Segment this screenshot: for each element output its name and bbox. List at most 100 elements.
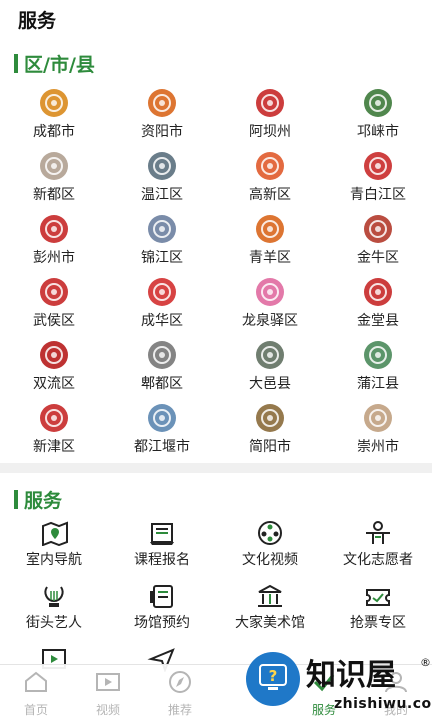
district-item[interactable]: 郫都区 bbox=[108, 338, 216, 401]
district-label: 新津区 bbox=[33, 439, 75, 455]
district-label: 资阳市 bbox=[141, 124, 183, 140]
district-label: 武侯区 bbox=[33, 313, 75, 329]
district-label: 金牛区 bbox=[357, 250, 399, 266]
jinniu-icon bbox=[363, 214, 393, 244]
watermark-url: zhishiwu.com bbox=[334, 696, 432, 712]
services-section-header: 服务 bbox=[14, 486, 62, 513]
district-item[interactable]: 青羊区 bbox=[216, 212, 324, 275]
district-label: 青羊区 bbox=[249, 250, 291, 266]
district-label: 彭州市 bbox=[33, 250, 75, 266]
district-item[interactable]: 大邑县 bbox=[216, 338, 324, 401]
section-accent-bar bbox=[14, 490, 18, 509]
jianyang-icon bbox=[255, 403, 285, 433]
pujiang-icon bbox=[363, 340, 393, 370]
museum-icon bbox=[255, 583, 285, 609]
service-label: 课程报名 bbox=[134, 552, 190, 568]
district-label: 蒲江县 bbox=[357, 376, 399, 392]
pidu-icon bbox=[147, 340, 177, 370]
service-label: 抢票专区 bbox=[350, 615, 406, 631]
home-icon bbox=[22, 669, 50, 699]
venue-booking-icon bbox=[147, 583, 177, 609]
tab-label: 推荐 bbox=[167, 702, 192, 717]
district-item[interactable]: 邛崃市 bbox=[324, 86, 432, 149]
course-register-icon bbox=[147, 520, 177, 546]
service-label: 文化志愿者 bbox=[343, 552, 413, 568]
district-item[interactable]: 龙泉驿区 bbox=[216, 275, 324, 338]
district-item[interactable]: 温江区 bbox=[108, 149, 216, 212]
service-label: 场馆预约 bbox=[134, 615, 190, 631]
district-item[interactable]: 青白江区 bbox=[324, 149, 432, 212]
district-label: 郫都区 bbox=[141, 376, 183, 392]
svg-text:?: ? bbox=[269, 667, 278, 685]
service-item[interactable]: 街头艺人 bbox=[0, 581, 108, 644]
district-item[interactable]: 双流区 bbox=[0, 338, 108, 401]
lyre-icon bbox=[39, 583, 69, 609]
pengzhou-icon bbox=[39, 214, 69, 244]
district-item[interactable]: 阿坝州 bbox=[216, 86, 324, 149]
district-item[interactable]: 都江堰市 bbox=[108, 401, 216, 464]
service-item[interactable]: 场馆预约 bbox=[108, 581, 216, 644]
district-label: 青白江区 bbox=[350, 187, 406, 203]
watermark-registered: ® bbox=[420, 656, 431, 669]
district-item[interactable]: 新津区 bbox=[0, 401, 108, 464]
district-label: 邛崃市 bbox=[357, 124, 399, 140]
district-label: 高新区 bbox=[249, 187, 291, 203]
ticket-icon bbox=[363, 583, 393, 609]
district-item[interactable]: 简阳市 bbox=[216, 401, 324, 464]
district-label: 成都市 bbox=[33, 124, 75, 140]
district-item[interactable]: 新都区 bbox=[0, 149, 108, 212]
gaoxin-icon bbox=[255, 151, 285, 181]
district-item[interactable]: 高新区 bbox=[216, 149, 324, 212]
service-item[interactable]: 室内导航 bbox=[0, 518, 108, 581]
jinjiang-icon bbox=[147, 214, 177, 244]
district-item[interactable]: 锦江区 bbox=[108, 212, 216, 275]
page-title: 服务 bbox=[18, 10, 57, 32]
district-label: 双流区 bbox=[33, 376, 75, 392]
compass-icon bbox=[166, 669, 194, 699]
districts-section-header: 区/市/县 bbox=[14, 50, 95, 77]
longquanyi-icon bbox=[255, 277, 285, 307]
district-label: 都江堰市 bbox=[134, 439, 190, 455]
xindu-icon bbox=[39, 151, 69, 181]
district-item[interactable]: 成华区 bbox=[108, 275, 216, 338]
district-label: 大邑县 bbox=[249, 376, 291, 392]
jintang-icon bbox=[363, 277, 393, 307]
tab-item[interactable]: 首页 bbox=[0, 665, 72, 721]
service-label: 文化视频 bbox=[242, 552, 298, 568]
tab-label: 视频 bbox=[95, 702, 120, 717]
district-grid: 成都市 资阳市 阿坝州 邛崃市新都区 温江区 高新区 青白江区彭州市 锦江区 青羊区 金牛区武侯区… bbox=[0, 86, 432, 464]
section-accent-bar bbox=[14, 54, 18, 73]
district-item[interactable]: 武侯区 bbox=[0, 275, 108, 338]
shuangliu-icon bbox=[39, 340, 69, 370]
district-item[interactable]: 金牛区 bbox=[324, 212, 432, 275]
service-item[interactable]: 文化视频 bbox=[216, 518, 324, 581]
district-label: 阿坝州 bbox=[249, 124, 291, 140]
tab-item[interactable]: 视频 bbox=[72, 665, 144, 721]
section-divider bbox=[0, 463, 432, 473]
qingbaijiang-icon bbox=[363, 151, 393, 181]
district-item[interactable]: 崇州市 bbox=[324, 401, 432, 464]
district-item[interactable]: 资阳市 bbox=[108, 86, 216, 149]
district-item[interactable]: 蒲江县 bbox=[324, 338, 432, 401]
district-item[interactable]: 金堂县 bbox=[324, 275, 432, 338]
service-item[interactable]: 文化志愿者 bbox=[324, 518, 432, 581]
map-location-icon bbox=[39, 520, 69, 546]
watermark-brand: 知识屋 bbox=[306, 658, 396, 693]
wuhou-icon bbox=[39, 277, 69, 307]
dujiangyan-icon bbox=[147, 403, 177, 433]
district-label: 龙泉驿区 bbox=[242, 313, 298, 329]
watermark: ? 知识屋 ® zhishiwu.com bbox=[238, 634, 432, 720]
tab-item[interactable]: 推荐 bbox=[144, 665, 216, 721]
ziyang-icon bbox=[147, 88, 177, 118]
film-reel-icon bbox=[255, 520, 285, 546]
district-label: 简阳市 bbox=[249, 439, 291, 455]
service-label: 室内导航 bbox=[26, 552, 82, 568]
district-label: 成华区 bbox=[141, 313, 183, 329]
district-label: 温江区 bbox=[141, 187, 183, 203]
service-label: 大家美术馆 bbox=[235, 615, 305, 631]
service-label: 街头艺人 bbox=[26, 615, 82, 631]
video-icon bbox=[94, 669, 122, 699]
service-item[interactable]: 课程报名 bbox=[108, 518, 216, 581]
district-item[interactable]: 彭州市 bbox=[0, 212, 108, 275]
district-item[interactable]: 成都市 bbox=[0, 86, 108, 149]
